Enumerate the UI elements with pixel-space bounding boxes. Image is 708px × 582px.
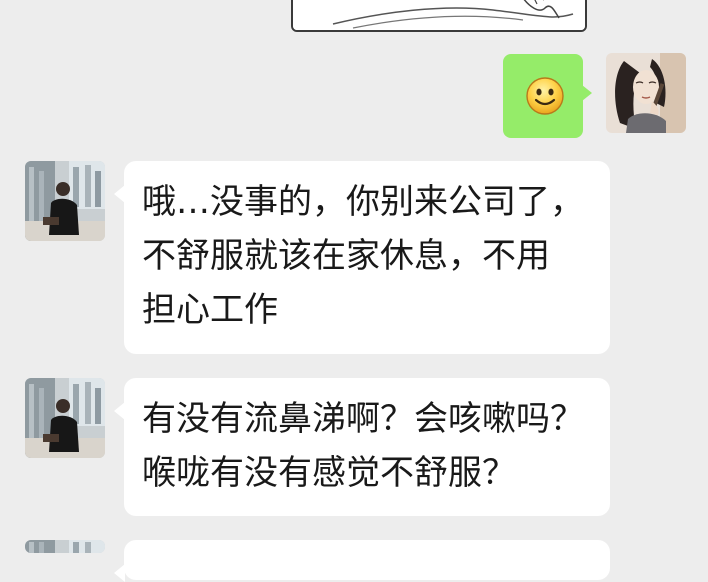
message-text-line: 不舒服就该在家休息，不用 — [142, 236, 550, 276]
message-text-line: 喉咙有没有感觉不舒服？ — [142, 453, 516, 493]
smiley-emoji-icon — [526, 77, 564, 115]
chat-message-list[interactable]: 哦…没事的，你别来公司了， 不舒服就该在家休息，不用 担心工作 有没有流鼻涕啊？… — [0, 0, 708, 582]
contact-avatar[interactable] — [25, 378, 105, 458]
image-message-thumbnail[interactable] — [291, 0, 587, 32]
contact-avatar[interactable] — [25, 540, 105, 553]
incoming-text-bubble[interactable] — [114, 540, 610, 582]
message-text-line: 担心工作 — [142, 290, 278, 330]
message-text-line: 有没有流鼻涕啊？会咳嗽吗？ — [142, 399, 584, 439]
contact-avatar[interactable] — [25, 161, 105, 241]
incoming-text-bubble[interactable]: 有没有流鼻涕啊？会咳嗽吗？ 喉咙有没有感觉不舒服？ — [114, 378, 610, 516]
incoming-text-bubble[interactable]: 哦…没事的，你别来公司了， 不舒服就该在家休息，不用 担心工作 — [114, 161, 610, 354]
outgoing-emoji-bubble[interactable] — [503, 54, 592, 138]
message-text-line: 哦…没事的，你别来公司了， — [142, 182, 584, 222]
self-avatar[interactable] — [606, 53, 686, 133]
